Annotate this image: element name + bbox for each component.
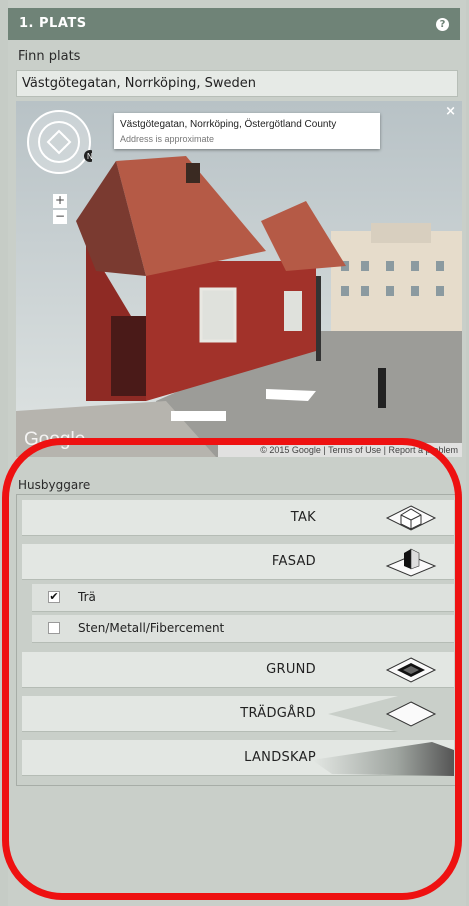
find-location-label: Finn plats — [18, 49, 81, 64]
builder-row-tak[interactable]: TAK — [22, 500, 454, 536]
zoom-controls: + − — [53, 194, 67, 226]
builder-row-landskap[interactable]: LANDSKAP — [22, 740, 454, 776]
overlay-approx-note: Address is approximate — [120, 134, 215, 144]
landscape-shadow — [312, 742, 454, 776]
builder-row-grund[interactable]: GRUND — [22, 652, 454, 688]
option-label: Trä — [78, 590, 96, 604]
house-builder-label: Husbyggare — [18, 478, 91, 492]
google-logo: Google — [24, 429, 86, 450]
facade-icon — [385, 548, 437, 577]
option-label: Sten/Metall/Fibercement — [78, 621, 225, 635]
facade-option-tra[interactable]: ✔ Trä — [32, 584, 454, 612]
garden-icon — [385, 701, 437, 727]
zoom-out-button[interactable]: − — [53, 210, 67, 224]
foundation-icon — [385, 657, 437, 683]
compass-control[interactable]: N — [26, 109, 96, 175]
roof-icon — [385, 505, 437, 531]
svg-text:N: N — [87, 152, 92, 161]
row-label: TAK — [290, 510, 316, 525]
row-label: GRUND — [266, 662, 316, 677]
location-input[interactable]: Västgötegatan, Norrköping, Sweden — [16, 70, 458, 97]
checkbox-sten[interactable] — [48, 622, 60, 634]
facade-option-sten[interactable]: Sten/Metall/Fibercement — [32, 615, 454, 643]
streetview-footer[interactable]: © 2015 Google | Terms of Use | Report a … — [218, 443, 462, 457]
street-view[interactable]: N + − Västgötegatan, Norrköping, Östergö… — [16, 101, 462, 457]
section-header: 1. PLATS ? — [8, 8, 460, 40]
row-label: LANDSKAP — [244, 750, 316, 765]
section-title: 1. PLATS — [19, 16, 87, 31]
builder-row-fasad[interactable]: FASAD — [22, 544, 454, 580]
builder-row-tradgard[interactable]: TRÄDGÅRD — [22, 696, 454, 732]
help-icon[interactable]: ? — [436, 18, 449, 31]
row-label: FASAD — [271, 554, 316, 569]
overlay-address: Västgötegatan, Norrköping, Östergötland … — [120, 119, 337, 130]
close-icon[interactable]: × — [445, 104, 456, 119]
checkbox-tra[interactable]: ✔ — [48, 591, 60, 603]
address-overlay: Västgötegatan, Norrköping, Östergötland … — [114, 113, 380, 149]
row-label: TRÄDGÅRD — [240, 706, 316, 721]
zoom-in-button[interactable]: + — [53, 194, 67, 208]
